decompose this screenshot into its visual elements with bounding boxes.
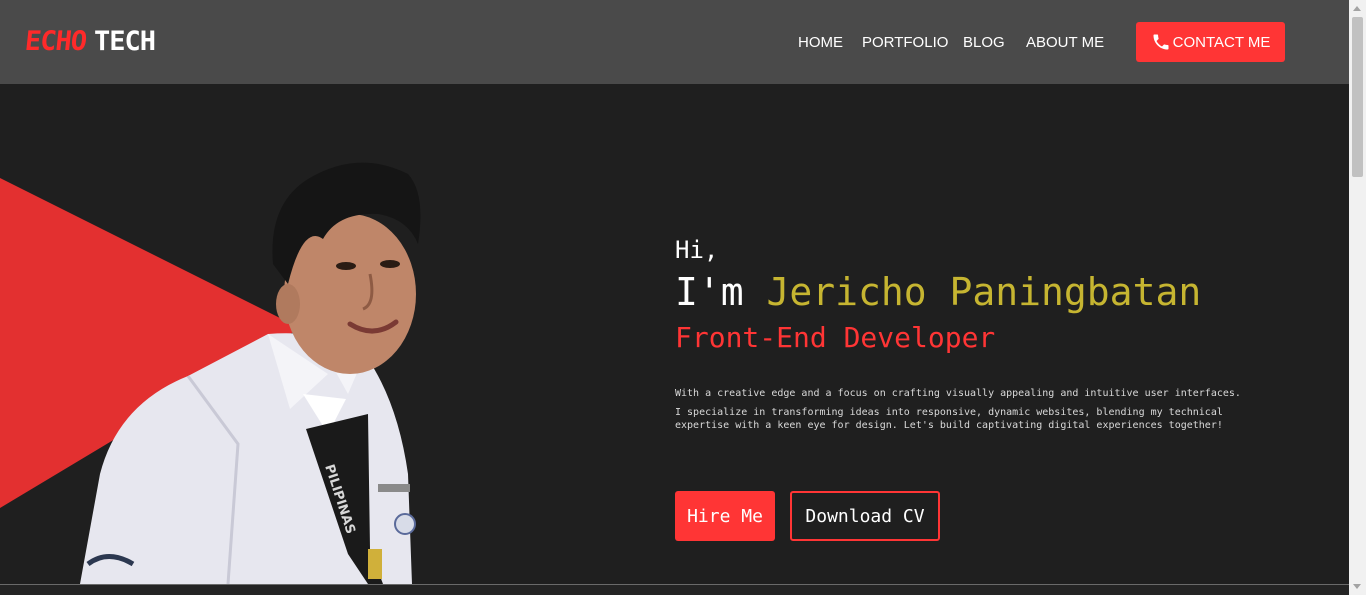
nav-blog-link[interactable]: BLOG — [963, 34, 1005, 51]
logo-echo-text: ECHO — [23, 25, 88, 57]
download-cv-button[interactable]: Download CV — [790, 491, 940, 541]
hero-greeting: Hi, — [675, 236, 719, 264]
contact-button-label: CONTACT ME — [1172, 33, 1271, 51]
logo[interactable]: ECHO TECH — [23, 25, 156, 57]
hero-description-line1: With a creative edge and a focus on craf… — [675, 388, 1241, 399]
hero-role: Front-End Developer — [675, 321, 996, 354]
nav-about-link[interactable]: ABOUT ME — [1026, 34, 1104, 51]
phone-icon — [1153, 34, 1169, 50]
scrollbar-thumb[interactable] — [1352, 17, 1363, 177]
hero-section: PILIPINAS Hi, I'm Jericho Paningbatan Fr… — [0, 84, 1349, 584]
navbar: ECHO TECH HOME PORTFOLIO BLOG ABOUT ME C… — [0, 0, 1349, 84]
nav-home-link[interactable]: HOME — [798, 34, 843, 51]
logo-tech-text: TECH — [94, 25, 156, 57]
nav-portfolio-link[interactable]: PORTFOLIO — [862, 34, 948, 51]
page-scrollbar[interactable] — [1349, 0, 1366, 595]
profile-portrait-image: PILIPINAS — [80, 162, 421, 584]
hero-name: Jericho Paningbatan — [766, 270, 1202, 314]
hero-intro-prefix: I'm — [675, 270, 767, 314]
scroll-up-arrow-icon[interactable] — [1353, 6, 1361, 11]
contact-button[interactable]: CONTACT ME — [1136, 22, 1285, 62]
hero-description-line2: I specialize in transforming ideas into … — [675, 407, 1223, 431]
hero-intro: I'm Jericho Paningbatan — [675, 270, 1201, 314]
hire-me-button[interactable]: Hire Me — [675, 491, 775, 541]
next-section-edge — [0, 585, 1349, 595]
scroll-down-arrow-icon[interactable] — [1353, 584, 1361, 589]
